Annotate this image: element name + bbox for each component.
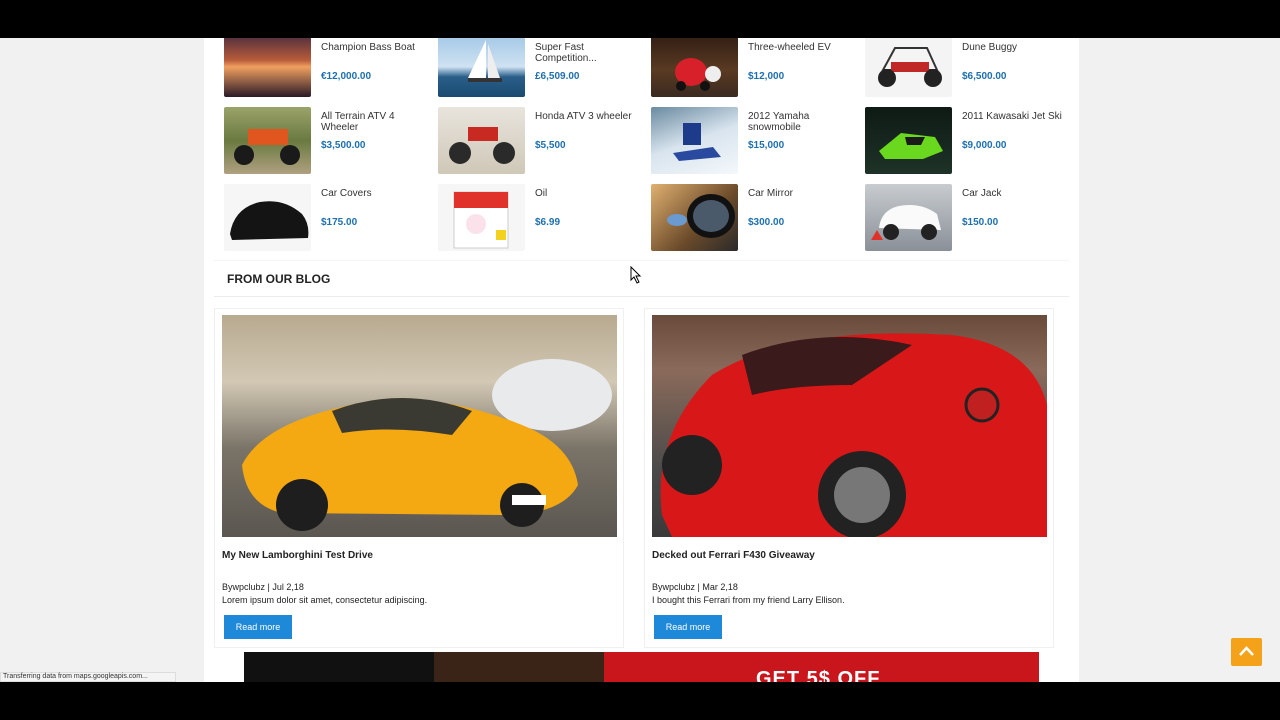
- blog-post-meta: Bywpclubz | Jul 2,18: [222, 582, 304, 592]
- product-item[interactable]: Champion Bass Boat €12,000.00: [224, 38, 434, 108]
- product-name[interactable]: Car Covers: [321, 188, 431, 199]
- product-item[interactable]: Dune Buggy $6,500.00: [865, 38, 1075, 108]
- blog-post-card: My New Lamborghini Test Drive Bywpclubz …: [214, 308, 624, 648]
- blog-heading: FROM OUR BLOG: [227, 272, 331, 286]
- browser-status-bar: Transferring data from maps.googleapis.c…: [0, 672, 176, 682]
- product-name[interactable]: Dune Buggy: [962, 42, 1072, 53]
- product-price: $9,000.00: [962, 140, 1007, 151]
- blog-post-title[interactable]: Decked out Ferrari F430 Giveaway: [652, 550, 815, 561]
- ev-image[interactable]: [651, 38, 738, 97]
- product-item[interactable]: Oil $6.99: [438, 184, 648, 254]
- product-item[interactable]: Car Mirror $300.00: [651, 184, 861, 254]
- read-more-button[interactable]: Read more: [654, 615, 722, 639]
- product-name[interactable]: 2012 Yamaha snowmobile: [748, 111, 858, 133]
- blog-post-excerpt: Lorem ipsum dolor sit amet, consectetur …: [222, 595, 428, 605]
- product-item[interactable]: Super Fast Competition... £6,509.00: [438, 38, 648, 108]
- product-name[interactable]: Oil: [535, 188, 645, 199]
- product-name[interactable]: Honda ATV 3 wheeler: [535, 111, 645, 122]
- product-price: $175.00: [321, 217, 358, 228]
- banner-offer-text: GET 5$ OFF: [756, 668, 881, 682]
- blog-post-excerpt: I bought this Ferrari from my friend Lar…: [652, 595, 845, 605]
- product-price: $6.99: [535, 217, 561, 228]
- promo-banner[interactable]: GET 5$ OFF: [244, 652, 1039, 682]
- blog-post-card: Decked out Ferrari F430 Giveaway Bywpclu…: [644, 308, 1054, 648]
- honda-atv-image[interactable]: [438, 107, 525, 174]
- jet-ski-image[interactable]: [865, 107, 952, 174]
- car-jack-image[interactable]: [865, 184, 952, 251]
- product-item[interactable]: Three-wheeled EV $12,000: [651, 38, 861, 108]
- product-name[interactable]: Champion Bass Boat: [321, 42, 431, 53]
- car-mirror-image[interactable]: [651, 184, 738, 251]
- product-price: $5,500: [535, 140, 566, 151]
- page-viewport: Champion Bass Boat €12,000.00 Super Fast…: [0, 38, 1280, 682]
- product-price: $6,500.00: [962, 71, 1007, 82]
- product-price: $12,000: [748, 71, 785, 82]
- content-container: Champion Bass Boat €12,000.00 Super Fast…: [204, 38, 1079, 682]
- product-item[interactable]: All Terrain ATV 4 Wheeler $3,500.00: [224, 107, 434, 177]
- snowmobile-image[interactable]: [651, 107, 738, 174]
- dune-buggy-image[interactable]: [865, 38, 952, 97]
- read-more-button[interactable]: Read more: [224, 615, 292, 639]
- product-item[interactable]: Car Covers $175.00: [224, 184, 434, 254]
- product-name[interactable]: 2011 Kawasaki Jet Ski: [962, 111, 1072, 122]
- product-price: $300.00: [748, 217, 785, 228]
- product-item[interactable]: Honda ATV 3 wheeler $5,500: [438, 107, 648, 177]
- product-item[interactable]: 2011 Kawasaki Jet Ski $9,000.00: [865, 107, 1075, 177]
- lamborghini-image[interactable]: [222, 315, 617, 537]
- product-price: $150.00: [962, 217, 999, 228]
- blog-post-title[interactable]: My New Lamborghini Test Drive: [222, 550, 373, 561]
- product-price: $3,500.00: [321, 140, 366, 151]
- product-name[interactable]: Car Jack: [962, 188, 1072, 199]
- product-price: €12,000.00: [321, 71, 372, 82]
- product-name[interactable]: All Terrain ATV 4 Wheeler: [321, 111, 431, 133]
- car-cover-image[interactable]: [224, 184, 311, 251]
- product-price: £6,509.00: [535, 71, 580, 82]
- chevron-up-icon: [1239, 646, 1254, 656]
- blog-post-meta: Bywpclubz | Mar 2,18: [652, 582, 738, 592]
- ferrari-image[interactable]: [652, 315, 1047, 537]
- product-price: $15,000: [748, 140, 785, 151]
- product-name[interactable]: Super Fast Competition...: [535, 42, 645, 64]
- product-item[interactable]: 2012 Yamaha snowmobile $15,000: [651, 107, 861, 177]
- product-name[interactable]: Three-wheeled EV: [748, 42, 858, 53]
- oil-can-image[interactable]: [438, 184, 525, 251]
- scroll-to-top-button[interactable]: [1231, 638, 1262, 666]
- product-name[interactable]: Car Mirror: [748, 188, 858, 199]
- atv-image[interactable]: [224, 107, 311, 174]
- sailboat-image[interactable]: [438, 38, 525, 97]
- product-item[interactable]: Car Jack $150.00: [865, 184, 1075, 254]
- mouse-cursor-icon: [630, 266, 642, 284]
- boat-sunset-image[interactable]: [224, 38, 311, 97]
